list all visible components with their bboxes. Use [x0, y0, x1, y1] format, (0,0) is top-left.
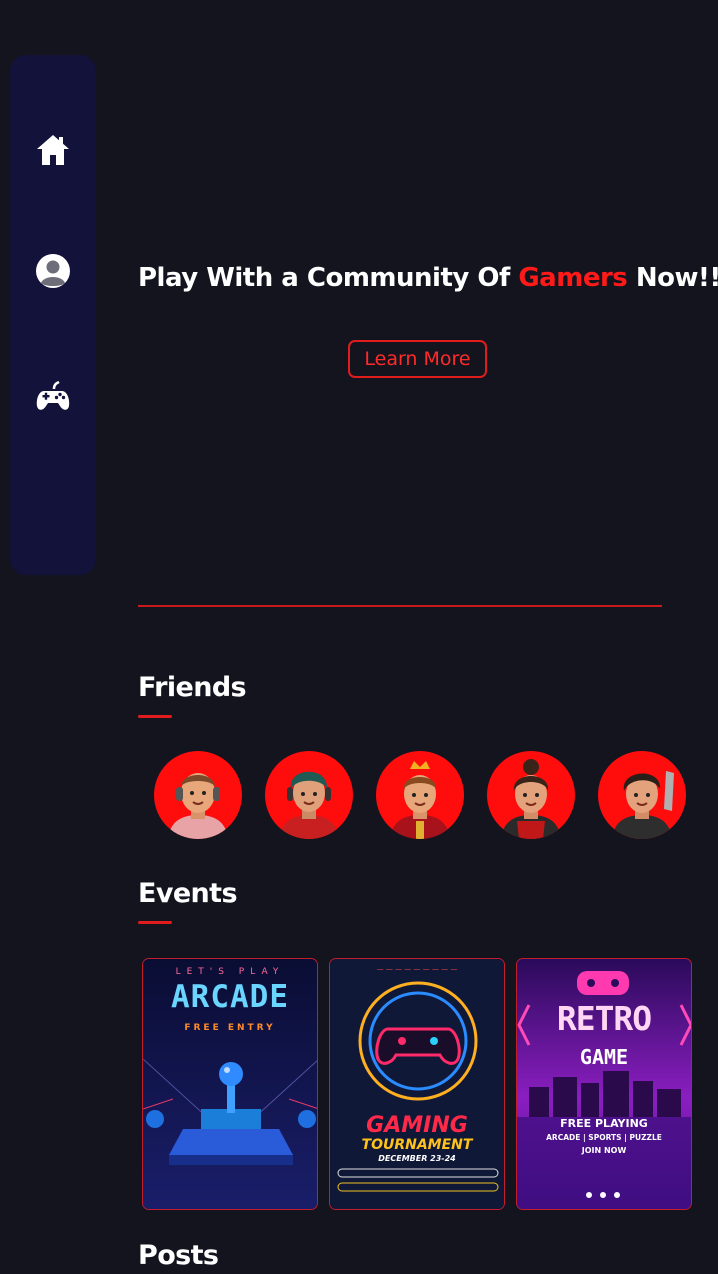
section-divider	[138, 605, 662, 607]
friend-avatar-4[interactable]	[487, 751, 575, 839]
events-heading: Events	[138, 878, 238, 909]
retro-city-illustration	[517, 959, 691, 1209]
sidebar-item-games[interactable]	[34, 377, 72, 415]
avatar-girl-bun-icon	[501, 759, 561, 839]
arcade-poster-subtitle: FREE ENTRY	[184, 1023, 276, 1033]
hero-title-start: Play With a Community Of	[138, 263, 519, 293]
avatar-boy-headphones-icon	[168, 773, 228, 839]
hero-title-end: Now!!	[627, 263, 718, 293]
gamepad-icon	[36, 380, 70, 410]
avatar-boy-green-hair-icon	[279, 771, 339, 839]
user-circle-icon	[36, 254, 70, 288]
neon-gamepad-illustration	[330, 959, 504, 1209]
sidebar-nav	[10, 55, 96, 575]
hero-title: Play With a Community Of Gamers Now!!	[138, 263, 718, 293]
page: Play With a Community Of Gamers Now!! Le…	[0, 0, 718, 1274]
sidebar-item-home[interactable]	[34, 131, 72, 169]
friend-avatar-1[interactable]	[154, 751, 242, 839]
posts-heading: Posts	[138, 1240, 219, 1271]
sidebar-item-profile[interactable]	[34, 252, 72, 290]
retro-poster-line2: ARCADE | SPORTS | PUZZLE	[546, 1133, 662, 1142]
event-poster-arcade[interactable]: LET'S PLAY ARCADE FREE ENTRY	[142, 958, 318, 1210]
arcade-poster-top-text: LET'S PLAY	[175, 967, 285, 977]
tournament-poster-subtitle: TOURNAMENT	[361, 1137, 473, 1153]
tournament-poster-top-line: — — — — — — — — —	[376, 965, 458, 973]
arcade-poster-title: ARCADE	[171, 979, 289, 1015]
friends-heading: Friends	[138, 672, 247, 703]
friends-heading-underline	[138, 715, 172, 718]
hero-title-accent: Gamers	[518, 263, 628, 293]
avatar-boy-crown-icon	[390, 761, 450, 839]
tournament-poster-date: DECEMBER 23-24	[378, 1154, 456, 1163]
retro-poster-line3: JOIN NOW	[581, 1146, 627, 1155]
friend-avatar-5[interactable]	[598, 751, 686, 839]
friend-avatar-3[interactable]	[376, 751, 464, 839]
learn-more-button[interactable]: Learn More	[348, 340, 487, 378]
events-heading-underline	[138, 921, 172, 924]
tournament-poster-title: GAMING	[366, 1113, 468, 1138]
retro-poster-line1: FREE PLAYING	[560, 1117, 648, 1130]
friend-avatar-2[interactable]	[265, 751, 353, 839]
event-poster-retro[interactable]: RETRO GAME FREE PLAYING ARCADE | SPORTS …	[516, 958, 692, 1210]
avatar-boy-sword-icon	[612, 771, 674, 839]
retro-poster-subtitle: GAME	[579, 1045, 629, 1069]
retro-poster-title: RETRO	[556, 999, 652, 1038]
event-poster-tournament[interactable]: — — — — — — — — — GAMING TOURNAMENT DECE…	[329, 958, 505, 1210]
home-icon	[37, 135, 69, 165]
